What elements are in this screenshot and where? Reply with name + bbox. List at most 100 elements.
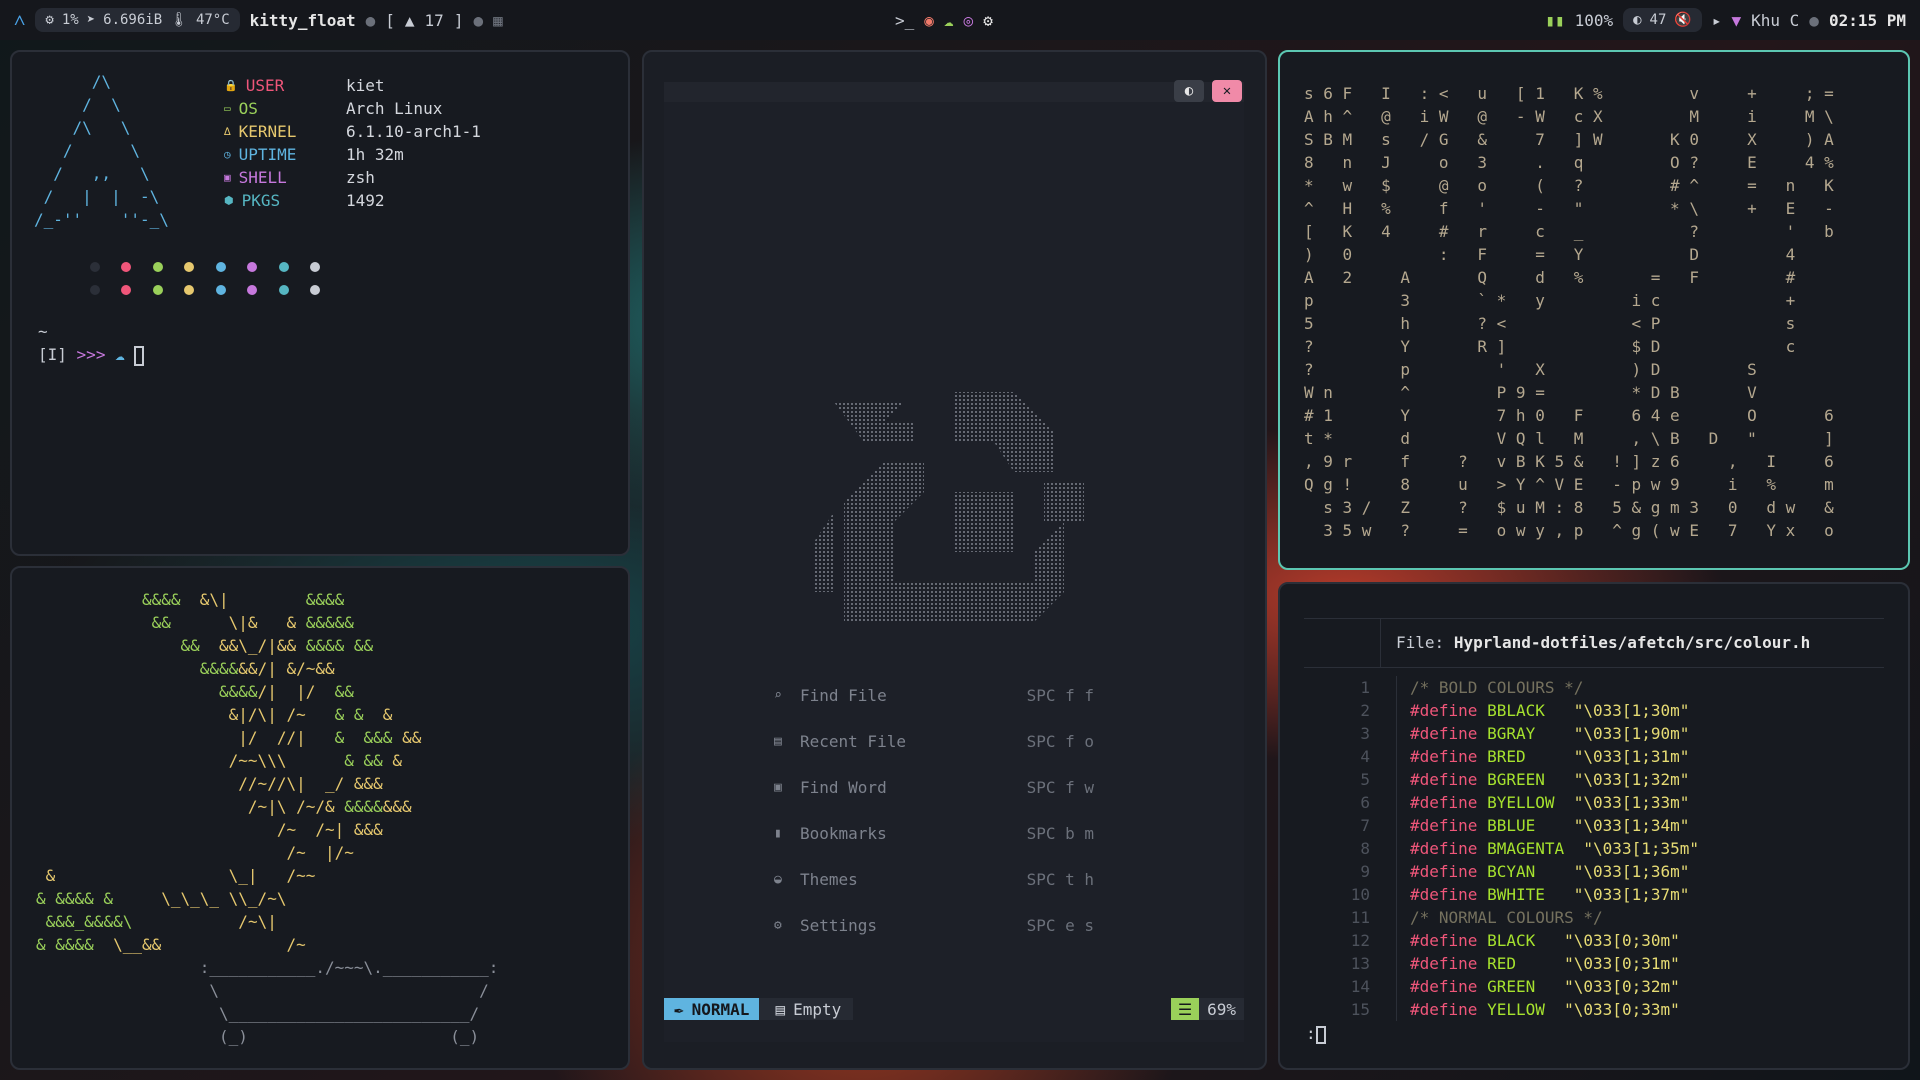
code-text: #define BBLUE "\033[1;34m" (1398, 814, 1689, 837)
info-key: 🔒 USER (224, 74, 346, 97)
macro-name: BGRAY (1477, 724, 1574, 743)
code-text: #define RED "\033[0;31m" (1398, 952, 1680, 975)
file-icon: ▤ (774, 733, 782, 749)
macro-value: "\033[1;37m" (1573, 885, 1690, 904)
network-name[interactable]: Khu C (1751, 11, 1799, 30)
text-cursor (1315, 1025, 1326, 1044)
macro-value: "\033[0;30m" (1564, 931, 1680, 950)
code-line: 9 #define BCYAN "\033[1;36m" (1304, 860, 1884, 883)
line-number: 2 (1360, 701, 1370, 720)
dashboard-item-keys: SPC e s (1026, 915, 1094, 935)
command-line[interactable]: : (1306, 1024, 1326, 1044)
info-key-label: SHELL (238, 168, 287, 187)
macro-name: BMAGENTA (1477, 839, 1584, 858)
prompt-cloud-icon: ☁ (115, 345, 125, 364)
code-line: 11 /* NORMAL COLOURS */ (1304, 906, 1884, 929)
define-keyword: #define (1410, 1000, 1478, 1019)
dashboard-item-find-file[interactable]: ⌕ Find File SPC f f (774, 672, 1094, 718)
code-line: 1 /* BOLD COLOURS */ (1304, 676, 1884, 699)
color-swatch (309, 262, 320, 272)
line-number: 9 (1360, 862, 1370, 881)
buffer-indicator: ▤ Empty (759, 998, 854, 1020)
dashboard-item-bookmarks[interactable]: ▮ Bookmarks SPC b m (774, 810, 1094, 856)
firefox-icon[interactable]: ◉ (924, 11, 934, 30)
minimize-button[interactable]: ◐ (1174, 80, 1204, 102)
weather-cloud-icon[interactable]: ☁ (944, 11, 954, 30)
neovim-tabline (664, 82, 1244, 102)
mode-label: NORMAL (691, 999, 750, 1019)
macro-value: "\033[1;36m" (1573, 862, 1690, 881)
code-line: 4 #define BRED "\033[1;31m" (1304, 745, 1884, 768)
color-swatch (247, 262, 258, 272)
macro-value: "\033[0;33m" (1564, 1000, 1680, 1019)
close-icon: ✕ (1222, 83, 1232, 99)
scratchpad-icon[interactable]: ▦ (493, 11, 503, 30)
info-row-kernel: ∆ KERNEL 6.1.10-arch1-1 (224, 120, 481, 143)
info-value: 1492 (346, 191, 385, 210)
file-header: File: Hyprland-dotfiles/afetch/src/colou… (1304, 618, 1884, 668)
line-number: 8 (1360, 839, 1370, 858)
info-key-label: OS (238, 99, 258, 118)
color-swatch (215, 262, 226, 272)
line-number: 7 (1360, 816, 1370, 835)
code-text: #define GREEN "\033[0;32m" (1398, 975, 1680, 998)
dashboard-item-settings[interactable]: ⚙ Settings SPC e s (774, 902, 1094, 948)
arrow-right-icon[interactable]: ▸ (1712, 11, 1722, 30)
neovim-dashboard-logo (814, 392, 1084, 622)
color-swatch (309, 285, 320, 295)
settings-gear-icon[interactable]: ⚙ (983, 11, 993, 30)
prompt-mode: [I] (38, 345, 67, 364)
neovim-window[interactable]: ⌕ Find File SPC f f ▤ Recent File SPC f o ▣ Fin… (642, 50, 1267, 1070)
color-swatch (247, 285, 258, 295)
line-number: 3 (1360, 724, 1370, 743)
close-button[interactable]: ✕ (1212, 80, 1242, 102)
code-line: 13 #define RED "\033[0;31m" (1304, 952, 1884, 975)
line-number: 1 (1360, 678, 1370, 697)
line-number: 13 (1350, 954, 1370, 973)
info-value: 6.1.10-arch1-1 (346, 122, 481, 141)
dashboard-item-recent-file[interactable]: ▤ Recent File SPC f o (774, 718, 1094, 764)
code-viewer-window[interactable]: File: Hyprland-dotfiles/afetch/src/colou… (1278, 582, 1910, 1070)
color-swatch (184, 262, 195, 272)
macro-value: "\033[1;30m" (1573, 701, 1690, 720)
matrix-terminal-window[interactable]: s 6 F I : < u [ 1 K % v + ; = A h ^ @ i … (1278, 50, 1910, 570)
color-swatch (152, 262, 163, 272)
bonsai-terminal-window[interactable]: &&&& &\| &&&& && \|& & &&&&& && &&\_/|&&… (10, 566, 630, 1070)
dashboard-item-find-word[interactable]: ▣ Find Word SPC f w (774, 764, 1094, 810)
color-palette-row (90, 285, 320, 295)
code-text: #define BGREEN "\033[1;32m" (1398, 768, 1689, 791)
brightness-icon: ◐ (1633, 12, 1642, 28)
record-icon[interactable]: ◎ (964, 11, 974, 30)
code-line: 12 #define BLACK "\033[0;30m" (1304, 929, 1884, 952)
dashboard-item-themes[interactable]: ◒ Themes SPC t h (774, 856, 1094, 902)
code-text: #define BMAGENTA "\033[1;35m" (1398, 837, 1699, 860)
active-window-title: kitty_float (249, 10, 356, 30)
define-keyword: #define (1410, 885, 1478, 904)
bonsai-ascii-art: &&&& &\| &&&& && \|& & &&&&& && &&\_/|&&… (36, 590, 499, 1046)
brightness-volume-pill[interactable]: ◐ 47 🔇 (1623, 8, 1702, 32)
workspace-bracket-close: ] (453, 10, 464, 30)
color-swatch (90, 285, 100, 295)
vim-icon: ✒ (674, 999, 684, 1019)
terminal-icon[interactable]: >_ (895, 11, 914, 30)
dashboard-item-keys: SPC f f (1026, 685, 1094, 705)
arch-logo-icon[interactable]: ˄ (14, 8, 25, 33)
code-comment: /* BOLD COLOURS */ (1410, 678, 1584, 697)
lock-icon: 🔒 (224, 79, 238, 92)
info-key-label: KERNEL (238, 122, 297, 141)
define-keyword: #define (1410, 747, 1478, 766)
clock[interactable]: 02:15 PM (1829, 11, 1906, 30)
shell-prompt[interactable]: ~ [I] >>> ☁ (38, 320, 145, 366)
bookmark-icon: ▮ (774, 825, 782, 841)
battery-level[interactable]: 100% (1575, 11, 1614, 30)
separator-dot-icon: ● (1809, 10, 1819, 30)
color-swatch (278, 262, 289, 272)
info-key: ∆ KERNEL (224, 120, 346, 143)
macro-value: "\033[1;35m" (1583, 839, 1699, 858)
prompt-directory: ~ (38, 322, 48, 341)
top-bar: ˄ ⚙ 1% ➤ 6.696iB 🌡 47°C kitty_float ● [ … (0, 0, 1920, 40)
workspace-number[interactable]: 17 (425, 11, 444, 30)
macro-value: "\033[1;90m" (1573, 724, 1690, 743)
system-stats[interactable]: ⚙ 1% ➤ 6.696iB 🌡 47°C (35, 8, 240, 32)
fetch-terminal-window[interactable]: /\ / \ /\ \ / \ / ,, \ / | | -\ /_-'' ''… (10, 50, 630, 556)
